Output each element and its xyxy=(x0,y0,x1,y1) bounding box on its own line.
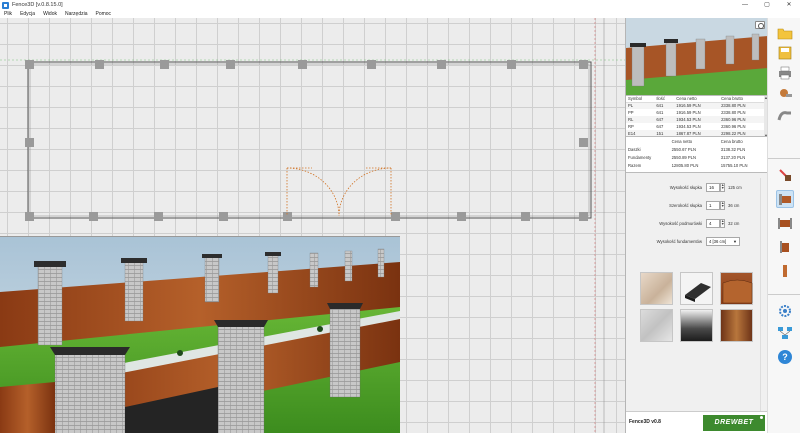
post-height-unit: 125 cm xyxy=(728,184,742,190)
post-height-stepper[interactable]: ▲ ▼ xyxy=(720,182,725,192)
menu-tools[interactable]: Narzędzia xyxy=(65,11,88,17)
maximize-button[interactable]: ▢ xyxy=(756,0,778,10)
menu-view[interactable]: Widok xyxy=(43,11,57,17)
table-row[interactable]: RP 647 1934.53 PLN 2360.96 PLN xyxy=(626,123,764,130)
base-height-input[interactable]: 4 xyxy=(706,218,720,228)
post-width-label: Szerokość słupka xyxy=(669,202,702,208)
material-wood-grain[interactable] xyxy=(720,309,753,342)
app-logo-icon xyxy=(2,1,9,9)
menu-bar: Plik Edycja Widok Narzędzia Pomoc xyxy=(0,10,625,18)
base-height-label: Wysokość podmurówki xyxy=(659,220,702,226)
svg-text:?: ? xyxy=(782,352,788,362)
menu-help[interactable]: Pomoc xyxy=(96,11,112,17)
material-stone-beige[interactable] xyxy=(640,272,673,305)
print-icon[interactable] xyxy=(776,64,794,82)
table-row[interactable]: E14 151 1867.87 PLN 2298.22 PLN xyxy=(626,130,764,136)
base-height-unit: 32 cm xyxy=(728,220,740,226)
table-row: Daszki 2550.67 PLN 3138.32 PLN xyxy=(628,146,746,152)
chevron-down-icon: ▼ xyxy=(733,238,737,244)
summary-table: Cena netto Cena brutto Daszki 2550.67 PLN… xyxy=(626,137,768,173)
properties-panel: Symbol Ilość Cena netto Cena brutto PL 64… xyxy=(625,18,768,433)
minimize-button[interactable]: — xyxy=(734,0,756,10)
foundation-height-row: Wysokość fundamentów 4 [36 cm] ▼ xyxy=(626,236,768,246)
foundation-height-value: 4 [36 cm] xyxy=(709,238,727,244)
save-icon[interactable] xyxy=(776,44,794,62)
price-table: Symbol Ilość Cena netto Cena brutto PL 64… xyxy=(626,95,768,137)
post-width-stepper[interactable]: ▲ ▼ xyxy=(720,200,725,210)
title-bar: Fence3D [v.0.8.15.0] — ▢ ✕ xyxy=(0,0,800,10)
3d-fence-render[interactable] xyxy=(0,237,400,433)
fence-segment-icon[interactable] xyxy=(776,190,794,208)
post-height-label: Wysokość słupka xyxy=(669,184,702,190)
table-row: Fundamenty 2550.89 PLN 3137.20 PLN xyxy=(628,154,746,160)
column-header: Cena netto xyxy=(671,138,693,144)
tools-toolbar: ? xyxy=(767,18,800,433)
post-width-unit: 36 cm xyxy=(728,202,740,208)
material-granite[interactable] xyxy=(640,309,673,342)
foundation-height-select[interactable]: 4 [36 cm] ▼ xyxy=(706,236,740,246)
brand-logo: DREWBET xyxy=(703,415,765,431)
close-button[interactable]: ✕ xyxy=(778,0,800,10)
panel-footer: Fence3D v0.8 DREWBET xyxy=(626,411,768,433)
window-controls: — ▢ ✕ xyxy=(734,0,800,10)
base-height-row: Wysokość podmurówki 4 ▲ ▼ 32 cm xyxy=(626,218,768,228)
material-dark-gradient[interactable] xyxy=(680,309,713,342)
post-width-row: Szerokość słupka 1 ▲ ▼ 36 cm xyxy=(626,200,768,210)
fence-preview-image xyxy=(626,18,768,95)
table-row[interactable]: PP 641 1916.59 PLN 2338.80 PLN xyxy=(626,109,764,116)
settings-icon[interactable] xyxy=(776,84,794,102)
settings-gear-icon[interactable] xyxy=(776,302,794,320)
table-row[interactable]: RL 647 1934.53 PLN 2360.96 PLN xyxy=(626,116,764,123)
post-width-input[interactable]: 1 xyxy=(706,200,720,210)
table-row: Razem 12805.80 PLN 15755.10 PLN xyxy=(628,162,748,168)
menu-edit[interactable]: Edycja xyxy=(20,11,35,17)
post-icon[interactable] xyxy=(776,262,794,280)
gate-add-icon[interactable] xyxy=(776,166,794,184)
table-row[interactable]: PL 641 1916.59 PLN 2338.80 PLN xyxy=(626,102,764,109)
material-wood-panel[interactable] xyxy=(720,272,753,305)
version-label: Fence3D v0.8 xyxy=(629,419,661,425)
menu-file[interactable]: Plik xyxy=(4,11,12,17)
3d-view[interactable] xyxy=(0,236,400,433)
column-header: Cena brutto xyxy=(720,138,743,144)
post-height-input[interactable]: 16 xyxy=(706,182,720,192)
help-icon[interactable]: ? xyxy=(776,348,794,366)
window-title: Fence3D [v.0.8.15.0] xyxy=(12,2,63,8)
wicket-icon[interactable] xyxy=(776,238,794,256)
post-height-row: Wysokość słupka 16 ▲ ▼ 125 cm xyxy=(626,182,768,192)
double-gate-icon[interactable] xyxy=(776,214,794,232)
column-header xyxy=(626,137,670,145)
pipe-icon[interactable] xyxy=(776,108,794,126)
foundation-height-label: Wysokość fundamentów xyxy=(656,238,702,244)
material-dark-cap[interactable] xyxy=(680,272,713,305)
base-height-stepper[interactable]: ▲ ▼ xyxy=(720,218,725,228)
open-folder-icon[interactable] xyxy=(776,24,794,42)
camera-icon[interactable] xyxy=(755,21,765,29)
network-icon[interactable] xyxy=(776,324,794,342)
